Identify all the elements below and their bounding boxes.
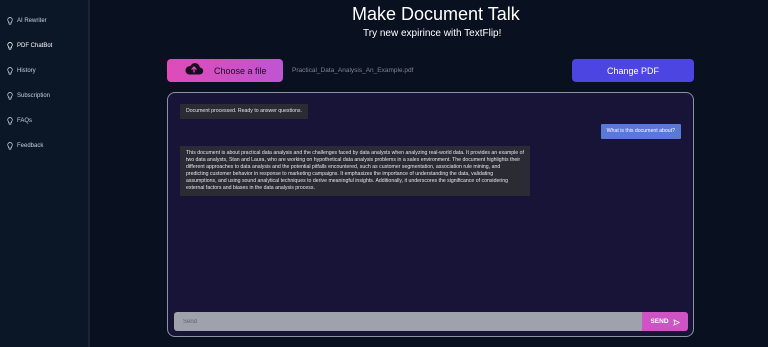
send-icon [672, 313, 680, 331]
choose-file-button[interactable]: Choose a file [167, 59, 283, 82]
sidebar-item-label: Feedback [17, 143, 44, 149]
selected-file-name: Practical_Data_Analysis_An_Example.pdf [292, 67, 414, 74]
sidebar-item-pdf-chatbot[interactable]: PDF ChatBot [6, 39, 52, 53]
chat-panel: Document processed. Ready to answer ques… [167, 92, 694, 337]
sidebar-item-label: PDF ChatBot [17, 43, 53, 49]
sidebar-item-feedback[interactable]: Feedback [6, 139, 43, 153]
sidebar-item-ai-rewriter[interactable]: AI Rewriter [6, 14, 47, 28]
sidebar-item-label: FAQs [17, 118, 33, 124]
sidebar-item-faqs[interactable]: FAQs [6, 114, 32, 128]
bot-message: This document is about practical data an… [180, 146, 530, 196]
change-pdf-label: Change PDF [606, 65, 660, 76]
page-subtitle: Try new expirince with TextFlip! [363, 28, 502, 39]
page-title: Make Document Talk [352, 4, 520, 24]
sidebar-item-label: AI Rewriter [17, 18, 47, 24]
sidebar-item-label: Subscription [17, 93, 51, 99]
cloud-upload-icon [184, 61, 204, 80]
sidebar-item-history[interactable]: History [6, 64, 36, 78]
message-input[interactable] [174, 312, 642, 331]
system-message: Document processed. Ready to answer ques… [180, 104, 308, 119]
sidebar-item-label: History [17, 68, 36, 74]
lightbulb-icon [6, 17, 13, 26]
choose-file-label: Choose a file [214, 65, 267, 76]
lightbulb-icon [6, 42, 13, 51]
lightbulb-icon [6, 142, 13, 151]
send-button[interactable]: SEND [642, 312, 688, 331]
user-message: What is this document about? [600, 124, 681, 139]
lightbulb-icon [6, 117, 13, 126]
sidebar-item-subscription[interactable]: Subscription [6, 89, 50, 103]
lightbulb-icon [6, 92, 13, 101]
sidebar: AI Rewriter PDF ChatBot History Subscrip… [0, 0, 90, 347]
lightbulb-icon [6, 67, 13, 76]
send-label: SEND [650, 318, 669, 325]
change-pdf-button[interactable]: Change PDF [572, 59, 694, 82]
